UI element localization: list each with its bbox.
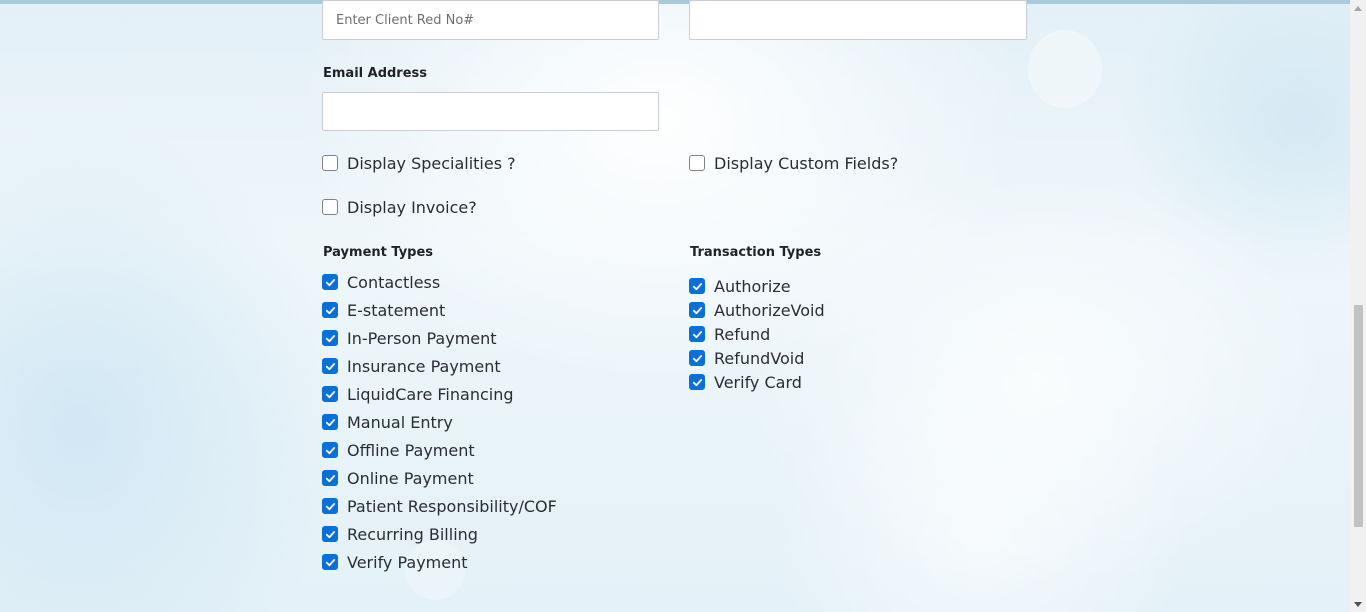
checkbox-label: AuthorizeVoid bbox=[714, 300, 825, 320]
scroll-down-arrow-icon[interactable] bbox=[1350, 596, 1366, 612]
checkbox-offline-payment[interactable] bbox=[322, 442, 338, 458]
checkmark-icon bbox=[325, 362, 335, 370]
checkbox-label: Online Payment bbox=[347, 468, 474, 488]
checkbox-authorize[interactable] bbox=[689, 278, 705, 294]
checkmark-icon bbox=[692, 330, 702, 338]
checkmark-icon bbox=[692, 306, 702, 314]
settings-form: Email Address Display Specialities ? Dis… bbox=[0, 0, 1350, 612]
checkbox-refund[interactable] bbox=[689, 326, 705, 342]
checkmark-icon bbox=[325, 558, 335, 566]
checkmark-icon bbox=[692, 282, 702, 290]
checkbox-row-contactless[interactable]: Contactless bbox=[322, 272, 440, 292]
vertical-scrollbar[interactable] bbox=[1350, 0, 1366, 612]
checkbox-label: Manual Entry bbox=[347, 412, 453, 432]
checkbox-in-person-payment[interactable] bbox=[322, 330, 338, 346]
display-invoice-label: Display Invoice? bbox=[347, 197, 477, 217]
checkbox-refundvoid[interactable] bbox=[689, 350, 705, 366]
scroll-up-arrow-icon[interactable] bbox=[1350, 0, 1366, 16]
checkbox-label: RefundVoid bbox=[714, 348, 805, 368]
checkbox-row-manual-entry[interactable]: Manual Entry bbox=[322, 412, 453, 432]
checkbox-row-patient-responsibility-cof[interactable]: Patient Responsibility/COF bbox=[322, 496, 557, 516]
checkbox-insurance-payment[interactable] bbox=[322, 358, 338, 374]
checkmark-icon bbox=[325, 530, 335, 538]
checkbox-row-offline-payment[interactable]: Offline Payment bbox=[322, 440, 475, 460]
checkmark-icon bbox=[325, 418, 335, 426]
checkbox-label: Contactless bbox=[347, 272, 441, 292]
checkbox-label: Insurance Payment bbox=[347, 356, 501, 376]
checkbox-row-recurring-billing[interactable]: Recurring Billing bbox=[322, 524, 478, 544]
display-invoice-checkbox-row[interactable]: Display Invoice? bbox=[322, 197, 477, 217]
checkbox-row-authorize[interactable]: Authorize bbox=[689, 276, 791, 296]
checkbox-row-insurance-payment[interactable]: Insurance Payment bbox=[322, 356, 501, 376]
checkbox-liquidcare-financing[interactable] bbox=[322, 386, 338, 402]
checkbox-row-e-statement[interactable]: E-statement bbox=[322, 300, 445, 320]
checkmark-icon bbox=[325, 502, 335, 510]
checkbox-row-verify-card[interactable]: Verify Card bbox=[689, 372, 802, 392]
transaction-types-heading: Transaction Types bbox=[690, 245, 822, 260]
display-invoice-checkbox[interactable] bbox=[322, 199, 338, 215]
checkbox-manual-entry[interactable] bbox=[322, 414, 338, 430]
checkbox-label: LiquidCare Financing bbox=[347, 384, 514, 404]
right-text-input[interactable] bbox=[689, 0, 1027, 40]
checkbox-row-refundvoid[interactable]: RefundVoid bbox=[689, 348, 804, 368]
checkbox-label: Verify Payment bbox=[347, 552, 468, 572]
checkmark-icon bbox=[325, 474, 335, 482]
checkbox-label: Refund bbox=[714, 324, 771, 344]
checkbox-contactless[interactable] bbox=[322, 274, 338, 290]
checkbox-verify-card[interactable] bbox=[689, 374, 705, 390]
checkbox-row-online-payment[interactable]: Online Payment bbox=[322, 468, 474, 488]
checkbox-patient-responsibility-cof[interactable] bbox=[322, 498, 338, 514]
checkbox-row-liquidcare-financing[interactable]: LiquidCare Financing bbox=[322, 384, 514, 404]
checkbox-label: Patient Responsibility/COF bbox=[347, 496, 557, 516]
checkbox-label: E-statement bbox=[347, 300, 446, 320]
email-address-label: Email Address bbox=[323, 66, 428, 81]
checkmark-icon bbox=[325, 390, 335, 398]
client-ref-input[interactable] bbox=[322, 0, 659, 40]
payment-types-heading: Payment Types bbox=[323, 245, 434, 260]
display-custom-fields-checkbox-row[interactable]: Display Custom Fields? bbox=[689, 153, 898, 173]
checkbox-label: Authorize bbox=[714, 276, 791, 296]
checkbox-row-refund[interactable]: Refund bbox=[689, 324, 770, 344]
checkmark-icon bbox=[325, 446, 335, 454]
checkbox-label: Verify Card bbox=[714, 372, 802, 392]
checkbox-label: In-Person Payment bbox=[347, 328, 497, 348]
checkbox-verify-payment[interactable] bbox=[322, 554, 338, 570]
checkbox-authorizevoid[interactable] bbox=[689, 302, 705, 318]
checkbox-online-payment[interactable] bbox=[322, 470, 338, 486]
checkbox-label: Offline Payment bbox=[347, 440, 475, 460]
display-custom-fields-label: Display Custom Fields? bbox=[714, 153, 899, 173]
display-specialities-checkbox-row[interactable]: Display Specialities ? bbox=[322, 153, 516, 173]
checkbox-row-authorizevoid[interactable]: AuthorizeVoid bbox=[689, 300, 825, 320]
email-address-input[interactable] bbox=[322, 92, 659, 131]
checkbox-e-statement[interactable] bbox=[322, 302, 338, 318]
checkmark-icon bbox=[692, 378, 702, 386]
scrollbar-thumb[interactable] bbox=[1354, 305, 1363, 527]
checkmark-icon bbox=[692, 354, 702, 362]
checkmark-icon bbox=[325, 334, 335, 342]
checkmark-icon bbox=[325, 278, 335, 286]
checkmark-icon bbox=[325, 306, 335, 314]
display-specialities-label: Display Specialities ? bbox=[347, 153, 516, 173]
checkbox-row-in-person-payment[interactable]: In-Person Payment bbox=[322, 328, 497, 348]
checkbox-recurring-billing[interactable] bbox=[322, 526, 338, 542]
checkbox-row-verify-payment[interactable]: Verify Payment bbox=[322, 552, 468, 572]
display-specialities-checkbox[interactable] bbox=[322, 155, 338, 171]
display-custom-fields-checkbox[interactable] bbox=[689, 155, 705, 171]
checkbox-label: Recurring Billing bbox=[347, 524, 478, 544]
